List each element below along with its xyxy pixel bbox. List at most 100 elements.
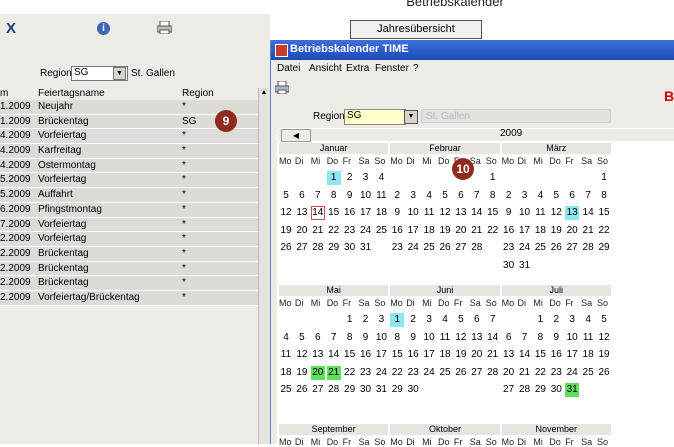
printer-icon[interactable] [275,81,289,94]
calendar-day[interactable]: 9 [390,206,404,220]
printer-icon[interactable] [157,21,172,34]
calendar-day[interactable]: 2 [390,189,404,203]
calendar-day[interactable]: 6 [470,313,484,327]
calendar-day[interactable]: 1 [326,171,341,185]
calendar-day[interactable]: 13 [454,206,468,220]
calendar-day[interactable]: 14 [581,206,595,220]
calendar-day[interactable]: 4 [422,189,436,203]
calendar-day[interactable]: 30 [406,383,420,397]
calendar-day[interactable]: 10 [359,189,373,203]
vertical-scrollbar[interactable] [258,88,270,444]
calendar-day[interactable]: 29 [597,241,611,255]
info-icon[interactable]: i [97,22,110,35]
calendar-day[interactable]: 20 [310,365,325,380]
calendar-day[interactable]: 5 [438,189,452,203]
calendar-day[interactable]: 16 [343,206,357,220]
calendar-day[interactable]: 3 [565,313,579,327]
calendar-day[interactable]: 12 [454,331,468,345]
calendar-day[interactable]: 23 [502,241,516,255]
calendar-day[interactable]: 7 [518,331,532,345]
column-header-name[interactable]: Feiertagsname [38,88,105,99]
year-overview-button[interactable]: Jahresübersicht [350,20,482,39]
calendar-day[interactable]: 26 [279,241,293,255]
calendar-day[interactable]: 30 [502,259,516,273]
calendar-day[interactable]: 29 [390,383,404,397]
calendar-day[interactable]: 22 [390,366,404,380]
calendar-day[interactable]: 8 [390,331,404,345]
calendar-day[interactable]: 18 [422,224,436,238]
calendar-day[interactable]: 31 [359,241,373,255]
calendar-day[interactable]: 16 [549,348,563,362]
calendar-day[interactable]: 4 [374,171,388,185]
calendar-day[interactable]: 30 [343,241,357,255]
table-row[interactable]: 2.2009 Vorfeiertag/Brückentag * [0,290,258,306]
table-row[interactable]: 2.2009 Vorfeiertag * [0,232,258,247]
calendar-day[interactable]: 12 [438,206,452,220]
calendar-day[interactable]: 7 [581,189,595,203]
calendar-day[interactable]: 25 [581,366,595,380]
calendar-day[interactable]: 1 [390,313,405,327]
calendar-day[interactable]: 21 [311,224,325,238]
calendar-day[interactable]: 21 [326,365,341,380]
calendar-day[interactable]: 20 [502,366,516,380]
calendar-day[interactable]: 23 [343,224,357,238]
calendar-day[interactable]: 11 [422,206,436,220]
calendar-day[interactable]: 13 [565,206,580,220]
table-row[interactable]: 2.2009 Brückentag * [0,276,258,291]
calendar-day[interactable]: 7 [311,189,325,203]
calendar-day[interactable]: 2 [549,313,563,327]
calendar-day[interactable]: 28 [311,241,325,255]
calendar-day[interactable]: 15 [597,206,611,220]
calendar-day[interactable]: 3 [422,313,436,327]
calendar-day[interactable]: 23 [406,366,420,380]
calendar-day[interactable]: 24 [359,224,373,238]
chevron-down-icon[interactable]: ▼ [404,110,418,124]
menu-datei[interactable]: Datei [277,63,300,74]
calendar-day[interactable]: 14 [518,348,532,362]
calendar-day[interactable]: 11 [438,331,452,345]
calendar-day[interactable]: 12 [279,206,293,220]
calendar-day[interactable]: 28 [327,383,341,397]
calendar-day[interactable]: 1 [597,171,611,185]
calendar-day[interactable]: 27 [502,383,516,397]
calendar-day[interactable]: 15 [343,348,357,362]
calendar-day[interactable]: 24 [374,366,388,380]
calendar-day[interactable]: 10 [406,206,420,220]
calendar-day[interactable]: 12 [295,348,309,362]
calendar-day[interactable]: 18 [279,366,293,380]
calendar-day[interactable]: 22 [343,366,357,380]
calendar-day[interactable]: 16 [390,224,404,238]
calendar-day[interactable]: 19 [279,224,293,238]
calendar-day[interactable]: 26 [454,366,468,380]
calendar-day[interactable]: 25 [422,241,436,255]
table-row[interactable]: 2.2009 Brückentag * [0,261,258,277]
calendar-day[interactable]: 21 [518,366,532,380]
calendar-day[interactable]: 24 [518,241,532,255]
calendar-day[interactable]: 2 [359,313,373,327]
menu-ansicht[interactable]: Ansicht [309,63,342,74]
calendar-day[interactable]: 20 [454,224,468,238]
calendar-day[interactable]: 3 [406,189,420,203]
calendar-day[interactable]: 29 [327,241,341,255]
table-row[interactable]: 5.2009 Auffahrt * [0,188,258,203]
calendar-day[interactable]: 17 [422,348,436,362]
calendar-day[interactable]: 11 [581,331,595,345]
calendar-day[interactable]: 13 [295,206,309,220]
calendar-day[interactable]: 5 [549,189,563,203]
calendar-day[interactable]: 6 [502,331,516,345]
calendar-day[interactable]: 19 [549,224,563,238]
previous-year-button[interactable]: ◀ [281,129,311,142]
calendar-day[interactable]: 14 [486,331,500,345]
calendar-day[interactable]: 28 [581,241,595,255]
calendar-day[interactable]: 1 [486,171,500,185]
calendar-day[interactable]: 18 [533,224,547,238]
calendar-day[interactable]: 8 [533,331,547,345]
table-row[interactable]: 6.2009 Pfingstmontag * [0,202,258,218]
calendar-day[interactable]: 24 [565,366,579,380]
calendar-day[interactable]: 5 [454,313,468,327]
calendar-day[interactable]: 9 [549,331,563,345]
calendar-day[interactable]: 6 [295,189,309,203]
calendar-day[interactable]: 26 [597,366,611,380]
calendar-day[interactable]: 13 [311,348,325,362]
calendar-day[interactable]: 26 [438,241,452,255]
